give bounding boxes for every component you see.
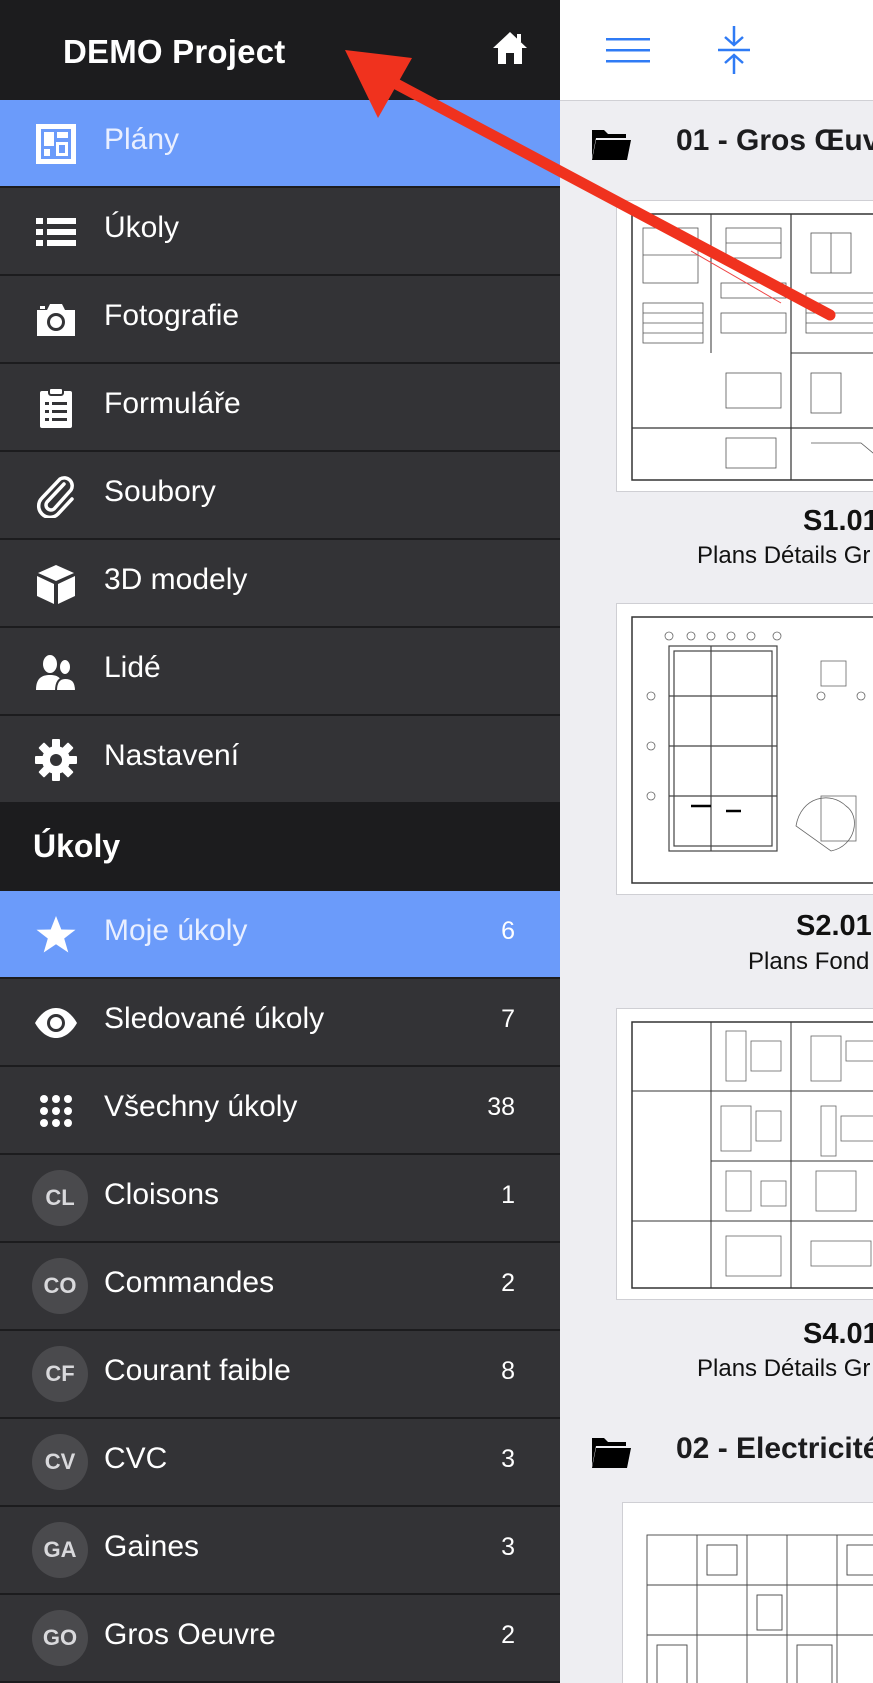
folder-row[interactable]: 01 - Gros Œuvre (590, 120, 873, 170)
sidebar-header: DEMO Project (0, 0, 560, 100)
menu-item-label: Úkoly (104, 211, 180, 244)
category-avatar: CV (32, 1434, 88, 1490)
plan-thumbnail[interactable] (616, 603, 873, 895)
plan-drawing-image (631, 616, 873, 884)
task-count: 3 (501, 1445, 515, 1473)
project-title: DEMO Project (63, 33, 286, 70)
task-filter-all[interactable]: Všechny úkoly 38 (0, 1067, 560, 1155)
home-button[interactable] (490, 28, 530, 68)
home-icon (493, 32, 527, 64)
camera-icon (37, 304, 75, 336)
sidebar: DEMO Project Plány Úkoly Fotografie Form… (0, 0, 560, 1683)
task-count: 2 (501, 1269, 515, 1297)
gear-icon (35, 739, 77, 781)
plan-name: Plans Détails Gr (697, 1355, 871, 1382)
menu-item-lide[interactable]: Lidé (0, 628, 560, 716)
task-count: 7 (501, 1005, 515, 1033)
plan-name: Plans Détails Gr (697, 542, 871, 569)
paperclip-icon (36, 476, 74, 518)
menu-item-formulare[interactable]: Formuláře (0, 364, 560, 452)
plans-panel: 01 - Gros Œuvre S1.01 Plans (560, 0, 873, 1683)
plan-id: S1.01 (803, 505, 873, 537)
plan-thumbnail[interactable] (616, 1008, 873, 1300)
task-category-label: Courant faible (104, 1354, 291, 1387)
folder-name: 02 - Electricité ( (676, 1432, 873, 1465)
plan-thumbnail[interactable] (622, 1502, 873, 1683)
floorplan-icon (36, 124, 76, 164)
clipboard-icon (40, 387, 72, 428)
task-filter-label: Všechny úkoly (104, 1090, 298, 1123)
task-count: 6 (501, 917, 515, 945)
menu-item-label: Fotografie (104, 299, 240, 332)
plan-id: S2.01 (796, 910, 872, 942)
plan-drawing-image (646, 1534, 873, 1683)
task-category-label: Commandes (104, 1266, 275, 1299)
grid-dots-icon (40, 1095, 72, 1127)
task-filter-label: Moje úkoly (104, 914, 248, 947)
task-filter-my-tasks[interactable]: Moje úkoly 6 (0, 891, 560, 979)
task-count: 1 (501, 1181, 515, 1209)
task-category-label: Cloisons (104, 1178, 220, 1211)
tasks-section-header: Úkoly (0, 803, 560, 891)
plans-toolbar (560, 0, 873, 101)
menu-item-label: Formuláře (104, 387, 241, 420)
menu-item-label: Soubory (104, 475, 216, 508)
task-count: 3 (501, 1533, 515, 1561)
folder-row[interactable]: 02 - Electricité ( (590, 1428, 873, 1478)
folder-icon (592, 1438, 631, 1468)
plan-id: S4.01 (803, 1318, 873, 1350)
task-category-label: Gros Oeuvre (104, 1618, 276, 1651)
plan-drawing-image (631, 1021, 873, 1289)
category-avatar: CL (32, 1170, 88, 1226)
menu-item-nastaveni[interactable]: Nastavení (0, 716, 560, 804)
hamburger-menu-icon[interactable] (604, 26, 652, 74)
folder-icon (592, 130, 631, 160)
task-category-cvc[interactable]: CV CVC 3 (0, 1419, 560, 1507)
folder-name: 01 - Gros Œuvre (676, 124, 873, 157)
category-avatar: CF (32, 1346, 88, 1402)
menu-item-label: Lidé (104, 651, 161, 684)
menu-item-3d-modely[interactable]: 3D modely (0, 540, 560, 628)
menu-item-plany[interactable]: Plány (0, 100, 560, 188)
menu-item-label: 3D modely (104, 563, 248, 596)
task-count: 8 (501, 1357, 515, 1385)
category-avatar: CO (32, 1258, 88, 1314)
cube-icon (37, 565, 75, 604)
plan-thumbnail[interactable] (616, 200, 873, 492)
menu-item-label: Plány (104, 123, 180, 156)
task-category-label: CVC (104, 1442, 168, 1475)
task-category-cloisons[interactable]: CL Cloisons 1 (0, 1155, 560, 1243)
task-filter-label: Sledované úkoly (104, 1002, 325, 1035)
list-icon (36, 218, 76, 246)
task-count: 2 (501, 1621, 515, 1649)
task-category-gaines[interactable]: GA Gaines 3 (0, 1507, 560, 1595)
menu-item-soubory[interactable]: Soubory (0, 452, 560, 540)
people-icon (36, 655, 78, 692)
eye-icon (35, 1008, 77, 1038)
collapse-icon[interactable] (710, 26, 758, 74)
menu-item-label: Nastavení (104, 739, 240, 772)
task-category-gros-oeuvre[interactable]: GO Gros Oeuvre 2 (0, 1595, 560, 1683)
plan-drawing-image (631, 213, 873, 481)
section-title: Úkoly (33, 828, 121, 864)
task-filter-watched[interactable]: Sledované úkoly 7 (0, 979, 560, 1067)
plan-name: Plans Fond (748, 948, 870, 975)
task-category-label: Gaines (104, 1530, 200, 1563)
menu-item-fotografie[interactable]: Fotografie (0, 276, 560, 364)
category-avatar: GO (32, 1610, 88, 1666)
task-count: 38 (487, 1093, 515, 1121)
star-icon (36, 916, 76, 953)
task-category-commandes[interactable]: CO Commandes 2 (0, 1243, 560, 1331)
task-category-courant-faible[interactable]: CF Courant faible 8 (0, 1331, 560, 1419)
menu-item-ukoly[interactable]: Úkoly (0, 188, 560, 276)
category-avatar: GA (32, 1522, 88, 1578)
